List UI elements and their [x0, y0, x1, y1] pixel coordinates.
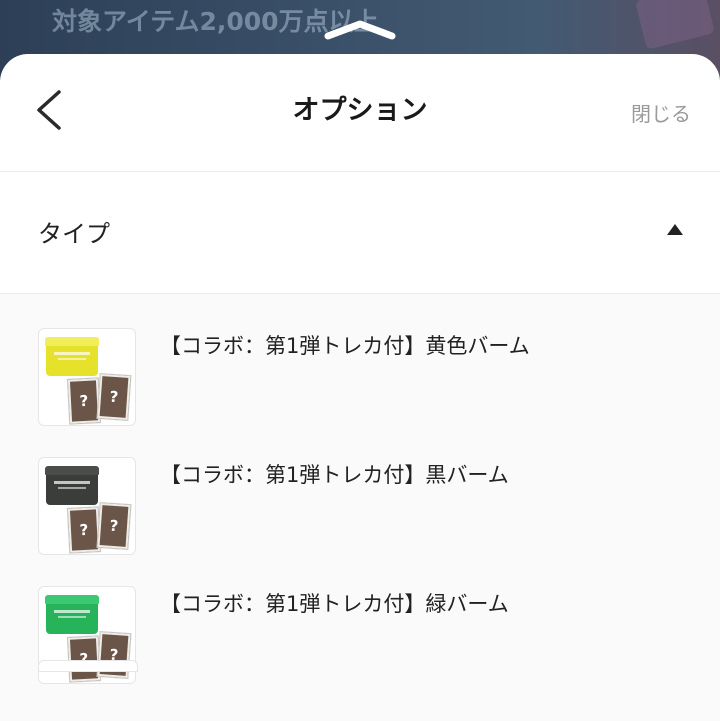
option-item-black-balm[interactable]: ? ? 【コラボ：第1弾トレカ付】黒バーム — [0, 423, 720, 555]
product-thumbnail: ? ? — [38, 328, 136, 426]
option-item-yellow-balm[interactable]: ? ? 【コラボ：第1弾トレカ付】黄色バーム — [0, 294, 720, 426]
trading-card-image: ? — [67, 378, 101, 424]
trading-card-image: ? — [97, 374, 131, 420]
sheet-header: オプション 閉じる — [0, 54, 720, 172]
type-section-label: タイプ — [38, 220, 110, 248]
option-label: 【コラボ：第1弾トレカ付】黄色バーム — [160, 334, 530, 358]
option-label: 【コラボ：第1弾トレカ付】黒バーム — [160, 463, 509, 487]
trading-card-image: ? — [67, 636, 101, 682]
next-option-thumbnail[interactable] — [38, 660, 138, 672]
trading-card-image: ? — [67, 507, 101, 553]
option-label: 【コラボ：第1弾トレカ付】緑バーム — [160, 592, 509, 616]
options-sheet: オプション 閉じる タイプ ? ? 【コラボ：第1弾トレカ付】黄色バーム ? ?… — [0, 54, 720, 721]
trading-card-image: ? — [97, 503, 131, 549]
product-thumbnail: ? ? — [38, 457, 136, 555]
balm-jar-image — [45, 466, 99, 506]
gift-box-decoration — [634, 0, 716, 50]
sheet-handle-icon[interactable] — [322, 16, 398, 40]
sheet-title: オプション — [292, 95, 428, 126]
balm-jar-image — [45, 595, 99, 635]
balm-jar-image — [45, 337, 99, 377]
close-button[interactable]: 閉じる — [631, 98, 691, 127]
caret-up-icon — [667, 224, 683, 235]
type-section-toggle[interactable]: タイプ — [0, 172, 720, 294]
option-list: ? ? 【コラボ：第1弾トレカ付】黄色バーム ? ? 【コラボ：第1弾トレカ付】… — [0, 294, 720, 721]
